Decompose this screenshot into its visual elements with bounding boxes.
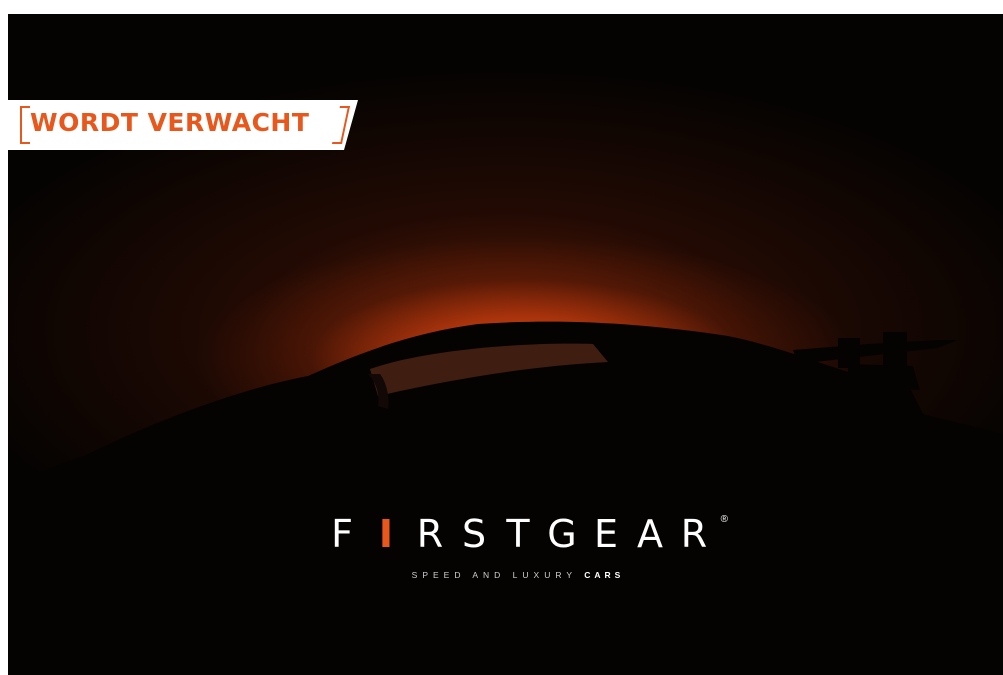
tagline-main: SPEED AND LUXURY	[411, 570, 577, 580]
badge-bracket-left	[20, 106, 30, 144]
logo-letter: R	[416, 512, 444, 556]
hero-image: WORDT VERWACHT FIRSTGEAR ® SPEED AND LUX…	[8, 14, 1003, 675]
logo-letter: G	[547, 512, 577, 556]
coming-soon-badge: WORDT VERWACHT	[8, 100, 358, 150]
logo-letter: E	[593, 512, 618, 556]
tagline-accent: CARS	[584, 570, 625, 580]
logo-letter: T	[506, 512, 530, 556]
logo-letter: R	[680, 512, 708, 556]
firstgear-logo: FIRSTGEAR ® SPEED AND LUXURY CARS	[318, 512, 728, 580]
logo-letter-accent: I	[378, 512, 394, 556]
logo-letter: A	[637, 512, 663, 556]
registered-mark: ®	[720, 514, 728, 525]
logo-wordmark: FIRSTGEAR ®	[320, 512, 728, 556]
logo-letter: F	[331, 512, 353, 556]
logo-tagline: SPEED AND LUXURY CARS	[318, 570, 718, 580]
logo-letter: S	[461, 512, 487, 556]
badge-label: WORDT VERWACHT	[30, 108, 310, 137]
